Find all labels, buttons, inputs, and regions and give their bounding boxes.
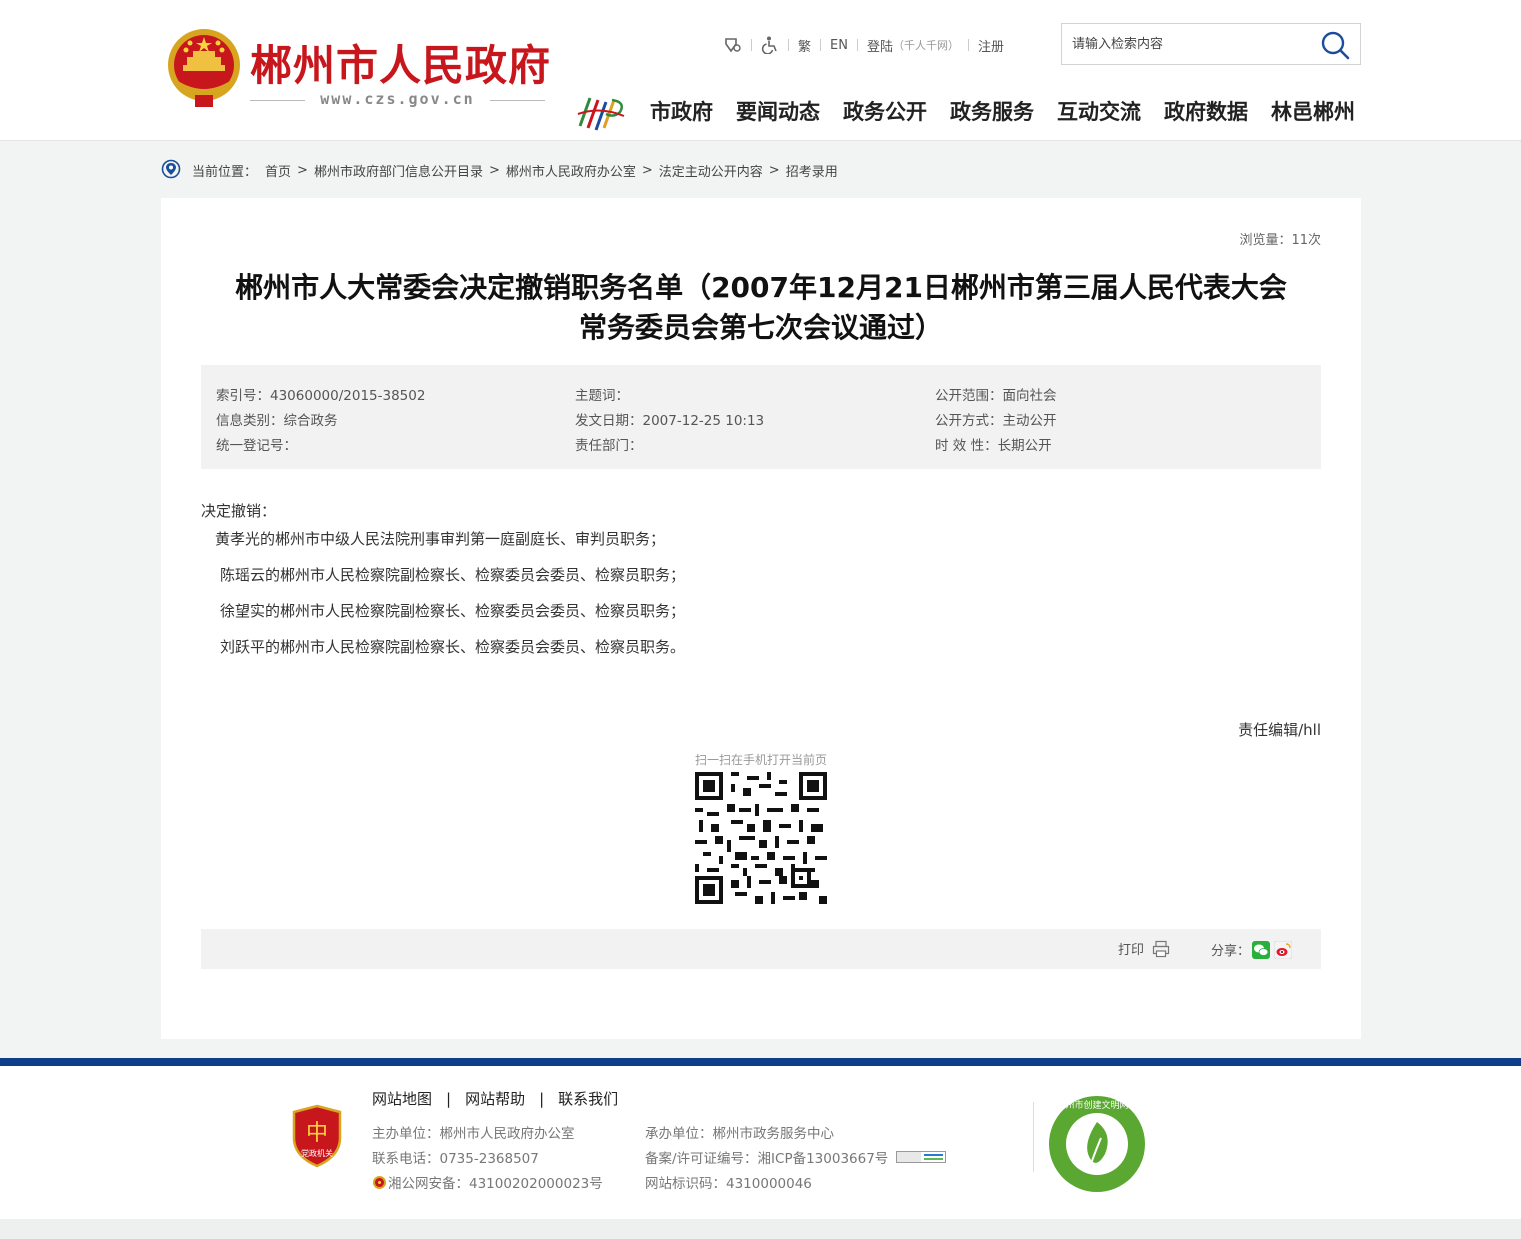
police-badge-icon [373,1175,386,1189]
view-count: 浏览量：11次 [1239,233,1321,248]
meta-keywords: 主题词： [575,388,629,404]
traditional-chinese-link[interactable]: 繁 [798,36,811,55]
national-emblem-icon [168,29,240,107]
qr-code-icon [695,772,827,904]
body-paragraph: 刘跃平的郴州市人民检察院副检察长、检察委员会委员、检察员职务。 [220,638,686,656]
nav-item-government-data[interactable]: 政府数据 [1164,96,1248,126]
site-title[interactable]: 郴州市人民政府 [250,32,551,93]
civilized-website-text: 郴州市创建文明网站 [1056,1101,1138,1111]
wechat-icon[interactable] [1252,940,1271,959]
nav-item-government-affairs-disclosure[interactable]: 政务公开 [843,96,927,126]
print-button[interactable]: 打印 [1118,939,1170,958]
city-logo-icon [577,97,625,131]
breadcrumb-recruitment[interactable]: 招考录用 [786,161,838,180]
article-toolbar: 打印 分享： [201,929,1321,969]
party-government-badge-text: 党政机关 [301,1149,333,1158]
breadcrumb-separator: > [768,162,780,178]
login-label: 登陆 [866,39,893,55]
site-header: 郴州市人民政府 www.czs.gov.cn 繁 EN 登陆 （千人千网） 注册… [0,0,1521,141]
footer-sponsor: 主办单位：郴州市人民政府办公室 [372,1126,575,1142]
meta-info-type: 信息类别：综合政务 [216,413,338,429]
body-paragraph: 黄孝光的郴州市中级人民法院刑事审判第一庭副庭长、审判员职务； [215,530,666,548]
footer-bottom-strip [0,1219,1521,1239]
footer-icp[interactable]: 备案/许可证编号：湘ICP备13003667号 [645,1147,947,1167]
search-box [1061,23,1361,65]
location-pin-icon [161,159,181,179]
site-domain-block: www.czs.gov.cn [250,90,545,110]
breadcrumb-statutory-disclosure[interactable]: 法定主动公开内容 [659,161,763,180]
utility-bar: 繁 EN 登陆 （千人千网） 注册 [722,34,1004,56]
footer-accent-bar [0,1058,1521,1066]
body-paragraph: 徐望实的郴州市人民检察院副检察长、检察委员会委员、检察员职务； [220,602,686,620]
body-paragraph: 陈瑶云的郴州市人民检察院副检察长、检察委员会委员、检察员职务； [220,566,686,584]
print-label: 打印 [1118,943,1145,958]
svg-text:中: 中 [306,1121,328,1146]
article-card: 浏览量：11次 郴州市人大常委会决定撤销职务名单（2007年12月21日郴州市第… [161,198,1361,1039]
body-paragraph: 决定撤销： [201,502,277,520]
breadcrumb-home[interactable]: 首页 [265,161,291,180]
footer-site-id: 网站标识码：4310000046 [645,1176,812,1192]
breadcrumb-separator: > [641,162,653,178]
footer-police-record-text: 湘公网安备：43100202000023号 [388,1176,603,1192]
share-group: 分享： [1211,940,1293,959]
accessibility-button[interactable] [761,36,779,54]
meta-scope: 公开范围：面向社会 [935,388,1057,404]
footer-link-help[interactable]: 网站帮助 [465,1088,525,1109]
nav-item-government-services[interactable]: 政务服务 [950,96,1034,126]
breadcrumb-separator: > [297,162,308,178]
footer-undertaker: 承办单位：郴州市政务服务中心 [645,1126,834,1142]
elderly-mode-icon [725,38,741,53]
meta-method: 公开方式：主动公开 [935,413,1057,429]
breadcrumb-label: 当前位置： [192,164,258,180]
nav-item-linyi-chenzhou[interactable]: 林邑郴州 [1271,96,1355,126]
footer-icp-text: 备案/许可证编号：湘ICP备13003667号 [645,1151,889,1167]
breadcrumb: 当前位置： 首页 > 郴州市政府部门信息公开目录 > 郴州市人民政府办公室 > … [161,158,838,182]
footer-link-separator: | [446,1089,452,1108]
search-input[interactable] [1062,24,1312,64]
nav-item-news[interactable]: 要闻动态 [736,96,820,126]
article-title-line1: 郴州市人大常委会决定撤销职务名单（2007年12月21日郴州市第三届人民代表大会 [235,271,1287,304]
footer-police-record[interactable]: 湘公网安备：43100202000023号 [372,1172,603,1192]
cnzz-icon[interactable] [896,1151,947,1163]
site-footer: 中 党政机关 网站地图 | 网站帮助 | 联系我们 主办单位：郴州市人民政府办公… [0,1066,1521,1219]
breadcrumb-department-catalog[interactable]: 郴州市政府部门信息公开目录 [314,161,483,180]
weibo-icon[interactable] [1274,940,1293,959]
breadcrumb-government-office[interactable]: 郴州市人民政府办公室 [506,161,636,180]
responsible-editor: 责任编辑/hll [1238,721,1321,739]
meta-validity: 时 效 性：长期公开 [935,438,1052,454]
footer-link-sitemap[interactable]: 网站地图 [372,1088,432,1109]
meta-registration-no: 统一登记号： [216,438,297,454]
footer-divider [1033,1102,1034,1172]
metadata-panel: 索引号：43060000/2015-38502 信息类别：综合政务 统一登记号：… [201,365,1321,469]
civilized-website-badge[interactable]: 郴州市创建文明网站 [1047,1094,1147,1194]
wheelchair-icon [761,36,777,54]
footer-link-contact[interactable]: 联系我们 [558,1088,618,1109]
party-government-badge[interactable]: 中 党政机关 [290,1104,344,1168]
qr-caption: 扫一扫在手机打开当前页 [695,753,828,767]
site-domain: www.czs.gov.cn [320,90,475,108]
footer-links: 网站地图 | 网站帮助 | 联系我们 [372,1088,618,1109]
printer-icon [1152,940,1170,957]
footer-phone: 联系电话：0735-2368507 [372,1151,539,1167]
breadcrumb-separator: > [488,162,500,178]
article-title: 郴州市人大常委会决定撤销职务名单（2007年12月21日郴州市第三届人民代表大会… [201,268,1321,348]
english-link[interactable]: EN [830,38,848,53]
share-label: 分享： [1211,944,1251,959]
footer-link-separator: | [539,1089,545,1108]
login-link[interactable]: 登陆 （千人千网） [867,36,959,55]
meta-index-no: 索引号：43060000/2015-38502 [216,388,426,404]
senior-mode-button[interactable] [722,36,742,54]
nav-item-city-government[interactable]: 市政府 [650,96,713,126]
nav-item-interaction[interactable]: 互动交流 [1057,96,1141,126]
meta-department: 责任部门： [575,438,643,454]
search-icon[interactable] [1320,30,1350,60]
login-note: （千人千网） [892,39,959,52]
meta-issue-date: 发文日期：2007-12-25 10:13 [575,413,765,429]
register-link[interactable]: 注册 [978,36,1004,55]
main-nav: 市政府 要闻动态 政务公开 政务服务 互动交流 政府数据 林邑郴州 [650,96,1355,126]
article-title-line2: 常务委员会第七次会议通过） [578,311,943,344]
